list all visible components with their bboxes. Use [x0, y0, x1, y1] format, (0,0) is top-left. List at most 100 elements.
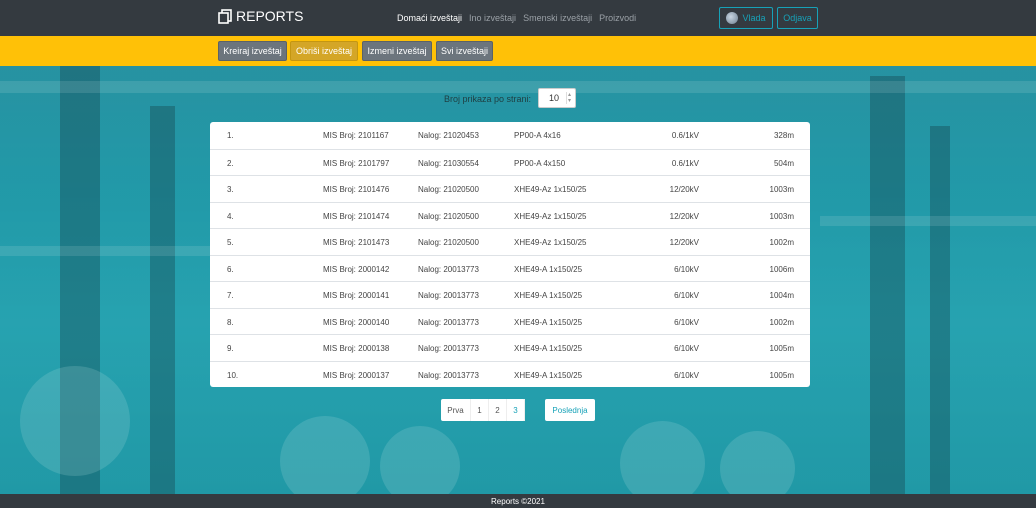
row-number: 9. [227, 344, 234, 353]
cable-type: XHE49-A 1x150/25 [514, 344, 583, 353]
mis-number: MIS Broj: 2101474 [323, 211, 390, 221]
voltage: 0.6/1kV [671, 131, 699, 140]
footer: Reports ©2021 [0, 494, 1036, 508]
cable-type: XHE49-Az 1x150/25 [514, 185, 587, 194]
row-number: 7. [227, 291, 234, 300]
mis-number: MIS Broj: 2000137 [323, 370, 390, 380]
nav-link-ino[interactable]: Ino izveštaji [469, 13, 516, 23]
mis-number: MIS Broj: 2000140 [323, 317, 390, 327]
voltage: 6/10kV [674, 291, 699, 300]
length: 1002m [769, 317, 794, 327]
voltage: 0.6/1kV [671, 158, 699, 168]
page-2[interactable]: 2 [489, 399, 507, 421]
length: 1002m [769, 238, 794, 247]
mis-number: MIS Broj: 2101167 [323, 131, 389, 140]
voltage: 12/20kV [669, 238, 699, 247]
mis-number: MIS Broj: 2101797 [323, 158, 390, 168]
pagination: Prva 1 2 3 [441, 399, 525, 421]
page-1[interactable]: 1 [471, 399, 489, 421]
table-row[interactable]: 3. MIS Broj: 2101476 Nalog: 21020500 XHE49-… [210, 175, 810, 202]
reports-table: 1. MIS Broj: 2101167 Nalog: 21020453 PP00-A… [210, 122, 810, 387]
voltage: 12/20kV [669, 185, 699, 194]
order-number: Nalog: 21030554 [418, 158, 479, 168]
mis-number: MIS Broj: 2101473 [323, 238, 390, 247]
mis-number: MIS Broj: 2101476 [323, 185, 390, 194]
user-name: Vlada [742, 13, 766, 23]
table-row[interactable]: 5. MIS Broj: 2101473 Nalog: 21020500 XHE49-… [210, 228, 810, 255]
per-page-select[interactable]: 10 ▴ ▾ [538, 88, 576, 108]
delete-report-button[interactable]: Obriši izveštaj [290, 41, 358, 61]
page-first[interactable]: Prva [441, 399, 471, 421]
row-number: 10. [227, 370, 239, 380]
row-number: 4. [227, 211, 234, 221]
brand-text: REPORTS [236, 8, 304, 24]
voltage: 6/10kV [674, 317, 699, 327]
table-row[interactable]: 7. MIS Broj: 2000141 Nalog: 20013773 XHE49-… [210, 281, 810, 308]
table-row[interactable]: 2. MIS Broj: 2101797 Nalog: 21030554 PP00-A… [210, 148, 810, 176]
order-number: Nalog: 20013773 [418, 291, 479, 300]
top-navbar: REPORTS Domaći izveštaji Ino izveštaji S… [0, 0, 1036, 36]
nav-link-domaci[interactable]: Domaći izveštaji [397, 13, 462, 23]
order-number: Nalog: 20013773 [418, 264, 479, 274]
nav-link-smenski[interactable]: Smenski izveštaji [523, 13, 592, 23]
row-number: 5. [227, 238, 234, 247]
page-last[interactable]: Poslednja [545, 399, 595, 421]
voltage: 6/10kV [674, 370, 699, 380]
cable-type: XHE49-A 1x150/25 [514, 264, 583, 274]
page-3[interactable]: 3 [507, 399, 525, 421]
length: 1004m [769, 291, 794, 300]
mis-number: MIS Broj: 2000142 [323, 264, 390, 274]
voltage: 6/10kV [674, 264, 699, 274]
avatar [726, 12, 739, 24]
brand[interactable]: REPORTS [218, 8, 303, 24]
spinner-icon: ▴ ▾ [566, 92, 571, 104]
cable-type: XHE49-Az 1x150/25 [514, 211, 587, 221]
row-number: 1. [227, 131, 234, 140]
length: 1006m [769, 264, 794, 274]
table-row[interactable]: 6. MIS Broj: 2000142 Nalog: 20013773 XHE49-… [210, 254, 810, 282]
row-number: 3. [227, 185, 234, 194]
row-number: 8. [227, 317, 234, 327]
cable-type: XHE49-A 1x150/25 [514, 370, 583, 380]
mis-number: MIS Broj: 2000141 [323, 291, 390, 300]
all-reports-button[interactable]: Svi izveštaji [436, 41, 493, 61]
action-bar: Kreiraj izveštaj Obriši izveštaj Izmeni … [0, 36, 1036, 66]
order-number: Nalog: 21020453 [418, 131, 479, 140]
voltage: 6/10kV [674, 344, 699, 353]
cable-type: XHE49-A 1x150/25 [514, 317, 583, 327]
per-page-label: Broj prikaza po strani: [444, 94, 532, 104]
order-number: Nalog: 20013773 [418, 344, 479, 353]
table-row[interactable]: 1. MIS Broj: 2101167 Nalog: 21020453 PP00-A… [210, 122, 810, 149]
cable-type: PP00-A 4x150 [514, 158, 566, 168]
voltage: 12/20kV [669, 211, 699, 221]
length: 1005m [769, 370, 794, 380]
length: 504m [773, 158, 794, 168]
cable-type: XHE49-Az 1x150/25 [514, 238, 587, 247]
order-number: Nalog: 21020500 [418, 185, 479, 194]
table-row[interactable]: 8. MIS Broj: 2000140 Nalog: 20013773 XHE49-… [210, 307, 810, 335]
user-button[interactable]: Vlada [719, 7, 773, 29]
edit-report-button[interactable]: Izmeni izveštaj [362, 41, 432, 61]
row-number: 2. [227, 158, 234, 168]
per-page-value: 10 [549, 93, 560, 103]
row-number: 6. [227, 264, 234, 274]
length: 1003m [769, 185, 794, 194]
cable-type: PP00-A 4x16 [514, 131, 561, 140]
order-number: Nalog: 20013773 [418, 317, 479, 327]
table-row[interactable]: 9. MIS Broj: 2000138 Nalog: 20013773 XHE49-… [210, 334, 810, 361]
create-report-button[interactable]: Kreiraj izveštaj [218, 41, 287, 61]
mis-number: MIS Broj: 2000138 [323, 344, 390, 353]
copy-icon [218, 8, 232, 24]
main-nav: Domaći izveštaji Ino izveštaji Smenski i… [397, 13, 636, 23]
table-row[interactable]: 10. MIS Broj: 2000137 Nalog: 20013773 XHE49… [210, 360, 810, 388]
cable-type: XHE49-A 1x150/25 [514, 291, 583, 300]
table-row[interactable]: 4. MIS Broj: 2101474 Nalog: 21020500 XHE49-… [210, 201, 810, 229]
order-number: Nalog: 20013773 [418, 370, 479, 380]
length: 328m [773, 131, 794, 140]
length: 1005m [769, 344, 794, 353]
order-number: Nalog: 21020500 [418, 211, 479, 221]
nav-link-proizvodi[interactable]: Proizvodi [599, 13, 636, 23]
order-number: Nalog: 21020500 [418, 238, 479, 247]
length: 1003m [769, 211, 794, 221]
logout-button[interactable]: Odjava [777, 7, 818, 29]
